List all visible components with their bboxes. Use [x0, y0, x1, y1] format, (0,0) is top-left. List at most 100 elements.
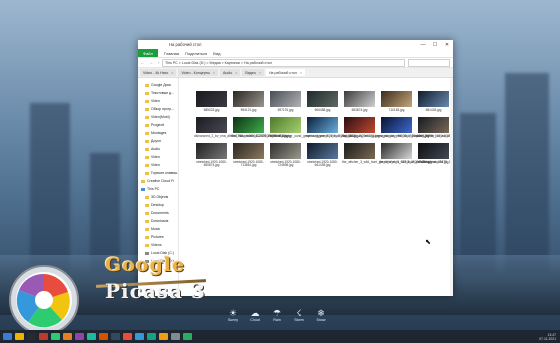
explorer-tab[interactable]: Audio × — [220, 69, 241, 76]
close-icon[interactable]: × — [300, 71, 302, 75]
vertical-scrollbar[interactable] — [450, 78, 453, 296]
sidebar-item[interactable]: Video — [138, 161, 178, 169]
file-thumbnail[interactable] — [196, 91, 227, 107]
address-path[interactable]: This PC > Local Disk (D:) > Медиа > Карт… — [162, 58, 405, 67]
taskbar-app-icon[interactable] — [27, 333, 36, 340]
ribbon-tab-home[interactable]: Главная — [164, 51, 179, 56]
sidebar-item[interactable]: Downloads — [138, 217, 178, 225]
sidebar-item[interactable]: Video — [138, 97, 178, 105]
file-thumbnail[interactable] — [233, 91, 264, 107]
taskbar-app-icon[interactable] — [183, 333, 192, 340]
file-thumbnail[interactable] — [418, 142, 449, 159]
file-item[interactable]: stretched-1920-1080-724896.jpg — [267, 142, 304, 169]
file-item[interactable]: 581433.jpg — [415, 91, 452, 113]
dock-item[interactable]: ☀ Sunny — [222, 308, 244, 322]
file-item[interactable]: 653874.jpg — [341, 91, 378, 113]
close-icon[interactable]: × — [213, 71, 215, 75]
file-item[interactable]: 585023.jpg — [193, 91, 230, 113]
file-item[interactable]: minecraft_backgr_ound_graphics_game_2159… — [267, 116, 358, 139]
file-thumbnail[interactable] — [196, 142, 227, 159]
file-thumbnail[interactable] — [381, 142, 412, 159]
file-thumbnail[interactable] — [381, 116, 412, 133]
taskbar-app-icon[interactable] — [135, 333, 144, 340]
explorer-tab[interactable]: Video - 4k Нато × — [140, 69, 177, 76]
ribbon-tab-view[interactable]: Вид — [213, 51, 220, 56]
taskbar-app-icon[interactable] — [87, 333, 96, 340]
sidebar-item[interactable]: Progectt — [138, 121, 178, 129]
ribbon-tab-share[interactable]: Поделиться — [185, 51, 207, 56]
dock-item[interactable]: ☁ Cloud — [244, 308, 266, 322]
taskbar-app-icon[interactable] — [75, 333, 84, 340]
close-button[interactable]: ✕ — [441, 42, 453, 48]
file-thumbnail[interactable] — [270, 142, 301, 159]
sidebar-item[interactable]: Горячие клавиш — [138, 169, 178, 177]
explorer-tab-active[interactable]: На рабочий стол × — [265, 69, 305, 76]
taskbar-app-icon[interactable] — [39, 333, 48, 340]
dock-item[interactable]: ☇ Storm — [288, 308, 310, 322]
minimize-button[interactable]: — — [417, 42, 429, 48]
taskbar-app-icon[interactable] — [63, 333, 72, 340]
close-icon[interactable]: × — [171, 71, 173, 75]
file-item[interactable]: stretched-1920-1080-650874.jpg — [193, 142, 230, 169]
file-thumbnail[interactable] — [418, 91, 449, 107]
sidebar-item[interactable]: Desktop — [138, 201, 178, 209]
file-item[interactable]: minecraft_planet_s_mon_holo_2220_1920x10… — [304, 116, 379, 139]
taskbar-app-icon[interactable] — [159, 333, 168, 340]
sidebar-item[interactable]: 3D Objects — [138, 193, 178, 201]
window-titlebar[interactable]: На рабочий стол — ☐ ✕ — [138, 40, 453, 49]
sidebar-item[interactable]: Google Диск — [138, 81, 178, 89]
file-item[interactable]: 594121.jpg — [230, 91, 267, 113]
forward-arrow-icon[interactable]: → — [149, 60, 153, 65]
file-thumbnail[interactable] — [270, 91, 301, 107]
sidebar-item[interactable]: Audio — [138, 145, 178, 153]
back-arrow-icon[interactable]: ← — [140, 60, 144, 65]
file-item[interactable]: 606458.jpg — [304, 91, 341, 113]
file-thumbnail[interactable] — [381, 91, 412, 107]
taskbar-app-icon[interactable] — [15, 333, 24, 340]
sidebar-item[interactable]: Video — [138, 153, 178, 161]
sidebar-item[interactable]: Documents — [138, 209, 178, 217]
sidebar-item[interactable]: Текстовые д... — [138, 89, 178, 97]
taskbar-app-icon[interactable] — [99, 333, 108, 340]
file-thumbnail[interactable] — [307, 91, 338, 107]
file-thumbnail[interactable] — [344, 91, 375, 107]
file-thumbnail[interactable] — [307, 116, 338, 133]
sidebar-item[interactable]: Обзор прогр... — [138, 105, 178, 113]
taskbar-app-icon[interactable] — [51, 333, 60, 340]
file-item[interactable]: the_witcher_3_wild_hunt_geralt_of_rivia_… — [341, 142, 432, 169]
file-item[interactable]: 710183.jpg — [378, 91, 415, 113]
file-item[interactable]: stretched-1920-1080-713861.jpg — [230, 142, 267, 169]
sidebar-item[interactable]: Доуоп — [138, 137, 178, 145]
sidebar-item[interactable]: Videos — [138, 241, 178, 249]
sidebar-item[interactable]: Pictures — [138, 233, 178, 241]
dock-item[interactable]: ❄ Snow — [310, 308, 332, 322]
taskbar-clock[interactable]: 13:47 07.11.2021 — [539, 333, 556, 341]
file-item[interactable]: Рабочий rabochii.jpg — [415, 142, 452, 169]
file-item[interactable]: stretched-1920-1080-641435.jpg — [304, 142, 341, 169]
file-thumbnail[interactable] — [270, 116, 301, 133]
ribbon-file-tab[interactable]: Файл — [138, 49, 158, 57]
search-input[interactable] — [408, 58, 450, 67]
file-item[interactable]: 597191.jpg — [267, 91, 304, 113]
explorer-tab[interactable]: Video - Концерты × — [178, 69, 219, 76]
file-item[interactable]: street_fighter_vn_ew_character_sol_plays… — [415, 116, 453, 139]
taskbar-app-icon[interactable] — [3, 333, 12, 340]
file-item[interactable]: f5e87f84a4e0f00d1240f60788f66d1a.jpg — [230, 116, 288, 139]
file-item[interactable]: playstation_emu_lator_playdar_22096_1920… — [378, 116, 453, 139]
taskbar-app-icon[interactable] — [147, 333, 156, 340]
sidebar-item[interactable]: Video(Mobi) — [138, 113, 178, 121]
taskbar-app-icon[interactable] — [171, 333, 180, 340]
file-thumbnail[interactable] — [344, 116, 375, 133]
sidebar-item[interactable]: Creative Cloud Fi — [138, 177, 178, 185]
file-thumbnail[interactable] — [418, 116, 449, 133]
close-icon[interactable]: × — [259, 71, 261, 75]
close-icon[interactable]: × — [235, 71, 237, 75]
explorer-tab[interactable]: Видео × — [242, 69, 264, 76]
taskbar-app-icon[interactable] — [111, 333, 120, 340]
maximize-button[interactable]: ☐ — [429, 42, 441, 48]
file-thumbnail[interactable] — [307, 142, 338, 159]
file-thumbnail[interactable] — [233, 142, 264, 159]
sidebar-item[interactable]: Music — [138, 225, 178, 233]
up-arrow-icon[interactable]: ↑ — [158, 60, 160, 65]
file-thumbnail[interactable] — [196, 116, 227, 133]
